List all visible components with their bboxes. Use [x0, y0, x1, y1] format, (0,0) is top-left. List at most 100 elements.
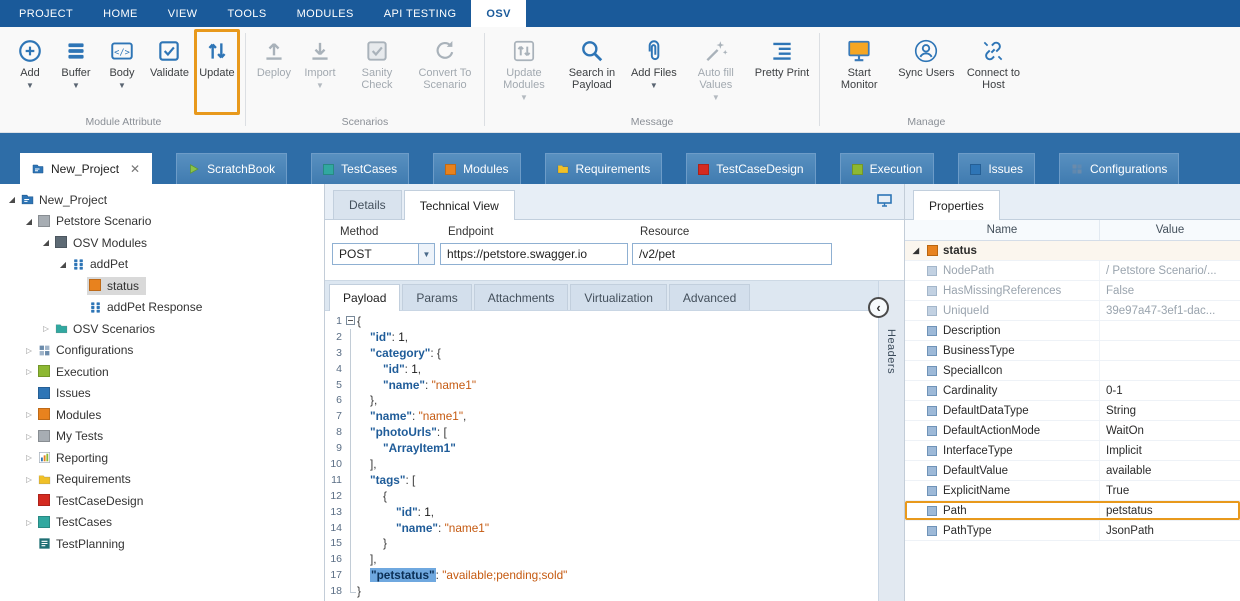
tree-item-modules[interactable]: ▷Modules: [0, 404, 324, 426]
tree-item-osv-scenarios[interactable]: ▷OSV Scenarios: [0, 318, 324, 340]
fold-gutter[interactable]: [345, 313, 357, 329]
code-line[interactable]: 13"id": 1,: [325, 504, 878, 520]
property-row-description[interactable]: Description: [905, 321, 1240, 341]
code-line[interactable]: 16],: [325, 551, 878, 567]
tab-payload[interactable]: Payload: [329, 284, 400, 311]
property-row-uniqueid[interactable]: UniqueId39e97a47-3ef1-dac...: [905, 301, 1240, 321]
connect-to-host-button[interactable]: Connect to Host: [959, 29, 1027, 115]
sanity-check-button[interactable]: Sanity Check: [343, 29, 411, 115]
tab-params[interactable]: Params: [402, 284, 471, 310]
column-header-value[interactable]: Value: [1100, 220, 1240, 240]
endpoint-input[interactable]: [440, 243, 628, 265]
collapse-chevron-icon[interactable]: ‹: [868, 297, 889, 318]
tree-item-issues[interactable]: Issues: [0, 383, 324, 405]
property-row-nodepath[interactable]: NodePath/ Petstore Scenario/...: [905, 261, 1240, 281]
menu-item-modules[interactable]: MODULES: [282, 0, 369, 27]
menu-item-view[interactable]: VIEW: [153, 0, 213, 27]
code-line[interactable]: 6},: [325, 392, 878, 408]
expander-collapsed-icon[interactable]: ▷: [22, 432, 36, 441]
doc-tab-issues[interactable]: Issues: [958, 153, 1035, 184]
expander-collapsed-icon[interactable]: ▷: [39, 324, 53, 333]
doc-tab-testcases[interactable]: TestCases: [311, 153, 409, 184]
expander-collapsed-icon[interactable]: ▷: [22, 475, 36, 484]
tab-technical-view[interactable]: Technical View: [404, 190, 515, 220]
expander-expanded-icon[interactable]: ◢: [56, 260, 70, 269]
sync-users-button[interactable]: Sync Users: [893, 29, 959, 115]
doc-tab-new-project[interactable]: New_Project✕: [20, 153, 152, 184]
tree-item-my-tests[interactable]: ▷My Tests: [0, 426, 324, 448]
pretty-print-button[interactable]: Pretty Print: [750, 29, 814, 115]
code-line[interactable]: 10],: [325, 456, 878, 472]
tab-virtualization[interactable]: Virtualization: [570, 284, 666, 310]
tree-item-addpet[interactable]: ◢addPet: [0, 254, 324, 276]
float-window-icon[interactable]: [877, 194, 892, 210]
doc-tab-scratchbook[interactable]: ScratchBook: [176, 153, 287, 184]
add-button[interactable]: Add▼: [7, 29, 53, 115]
menu-item-home[interactable]: HOME: [88, 0, 153, 27]
buffer-button[interactable]: Buffer▼: [53, 29, 99, 115]
payload-code-editor[interactable]: 1{2"id": 1,3"category": {4"id": 1,5"name…: [325, 311, 878, 601]
expander-expanded-icon[interactable]: ◢: [5, 195, 19, 204]
code-line[interactable]: 5"name": "name1": [325, 377, 878, 393]
code-line[interactable]: 14"name": "name1": [325, 520, 878, 536]
property-row-businesstype[interactable]: BusinessType: [905, 341, 1240, 361]
expander-expanded-icon[interactable]: ◢: [22, 217, 36, 226]
tree-item-new-project[interactable]: ◢New_Project: [0, 189, 324, 211]
tree-item-status[interactable]: status: [0, 275, 324, 297]
body-button[interactable]: </>Body▼: [99, 29, 145, 115]
code-line[interactable]: 12{: [325, 488, 878, 504]
tree-item-osv-modules[interactable]: ◢OSV Modules: [0, 232, 324, 254]
property-row-interfacetype[interactable]: InterfaceTypeImplicit: [905, 441, 1240, 461]
property-row-hasmissingreferences[interactable]: HasMissingReferencesFalse: [905, 281, 1240, 301]
expander-expanded-icon[interactable]: ◢: [39, 238, 53, 247]
property-row-defaultactionmode[interactable]: DefaultActionModeWaitOn: [905, 421, 1240, 441]
search-in-payload-button[interactable]: Search in Payload: [558, 29, 626, 115]
menu-item-tools[interactable]: TOOLS: [212, 0, 281, 27]
doc-tab-execution[interactable]: Execution: [840, 153, 935, 184]
code-line[interactable]: 17"petstatus": "available;pending;sold": [325, 567, 878, 583]
expander-collapsed-icon[interactable]: ▷: [22, 346, 36, 355]
tree-item-requirements[interactable]: ▷Requirements: [0, 469, 324, 491]
chevron-down-icon[interactable]: ▼: [418, 244, 434, 264]
property-row-explicitname[interactable]: ExplicitNameTrue: [905, 481, 1240, 501]
property-row-path[interactable]: Pathpetstatus: [905, 501, 1240, 521]
tree-item-petstore-scenario[interactable]: ◢Petstore Scenario: [0, 211, 324, 233]
code-line[interactable]: 18}: [325, 583, 878, 599]
code-line[interactable]: 3"category": {: [325, 345, 878, 361]
validate-button[interactable]: Validate: [145, 29, 194, 115]
property-row-defaultdatatype[interactable]: DefaultDataTypeString: [905, 401, 1240, 421]
property-row-specialicon[interactable]: SpecialIcon: [905, 361, 1240, 381]
expander-collapsed-icon[interactable]: ▷: [22, 367, 36, 376]
convert-to-scenario-button[interactable]: Convert To Scenario: [411, 29, 479, 115]
tree-item-testcasedesign[interactable]: TestCaseDesign: [0, 490, 324, 512]
close-icon[interactable]: ✕: [130, 163, 140, 175]
menu-item-api-testing[interactable]: API TESTING: [369, 0, 472, 27]
code-line[interactable]: 4"id": 1,: [325, 361, 878, 377]
column-header-name[interactable]: Name: [905, 220, 1100, 240]
code-line[interactable]: 15}: [325, 535, 878, 551]
start-monitor-button[interactable]: Start Monitor: [825, 29, 893, 115]
import-button[interactable]: Import▼: [297, 29, 343, 115]
code-line[interactable]: 8"photoUrls": [: [325, 424, 878, 440]
tab-advanced[interactable]: Advanced: [669, 284, 750, 310]
expander-collapsed-icon[interactable]: ▷: [22, 453, 36, 462]
code-line[interactable]: 11"tags": [: [325, 472, 878, 488]
tree-item-testcases[interactable]: ▷TestCases: [0, 512, 324, 534]
method-select[interactable]: POST ▼: [332, 243, 435, 265]
doc-tab-configurations[interactable]: Configurations: [1059, 153, 1179, 184]
code-line[interactable]: 7"name": "name1",: [325, 408, 878, 424]
tab-details[interactable]: Details: [333, 190, 402, 219]
menu-item-osv[interactable]: OSV: [471, 0, 525, 27]
headers-collapsed-panel[interactable]: ‹ Headers: [878, 281, 904, 601]
expander-expanded-icon[interactable]: ◢: [910, 246, 922, 255]
code-line[interactable]: 9"ArrayItem1": [325, 440, 878, 456]
menu-item-project[interactable]: PROJECT: [4, 0, 88, 27]
property-row-cardinality[interactable]: Cardinality0-1: [905, 381, 1240, 401]
fold-collapse-icon[interactable]: [346, 316, 355, 325]
tree-item-testplanning[interactable]: TestPlanning: [0, 533, 324, 555]
update-button[interactable]: Update: [194, 29, 240, 115]
property-root-row-status[interactable]: ◢status: [905, 241, 1240, 261]
auto-fill-values-button[interactable]: Auto fill Values▼: [682, 29, 750, 115]
resource-input[interactable]: [632, 243, 832, 265]
code-line[interactable]: 1{: [325, 313, 878, 329]
